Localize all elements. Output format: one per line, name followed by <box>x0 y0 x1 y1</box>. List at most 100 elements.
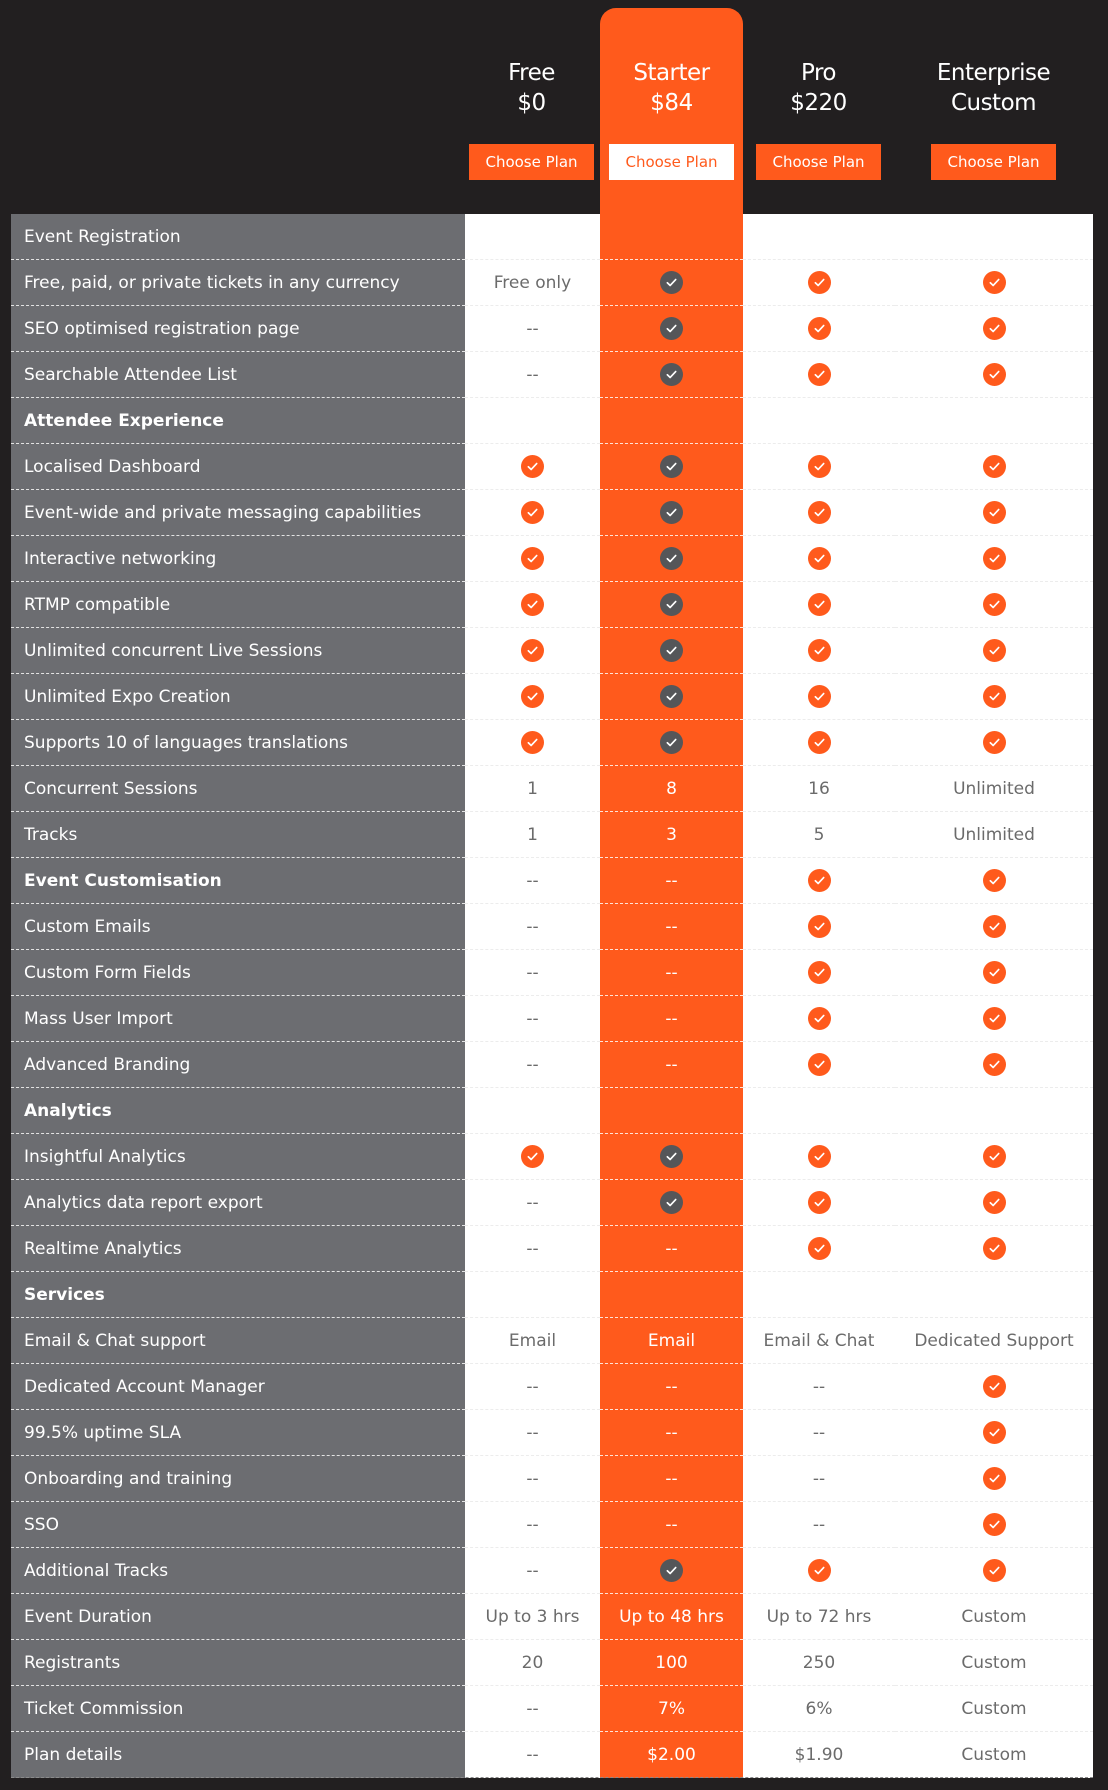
feature-row: Supports 10 of languages translations <box>11 720 1093 766</box>
not-included-dash: -- <box>526 318 539 339</box>
feature-label: Searchable Attendee List <box>11 352 465 398</box>
feature-row: Analytics data report export -- <box>11 1180 1093 1226</box>
cell-pro <box>743 1180 895 1226</box>
cell-enterprise <box>895 674 1093 720</box>
feature-label: Tracks <box>11 812 465 858</box>
feature-label: Event Duration <box>11 1594 465 1640</box>
not-included-dash: -- <box>526 1745 539 1765</box>
check-icon <box>807 731 831 754</box>
cell-value: 20 <box>521 1652 544 1673</box>
check-icon <box>982 1513 1006 1536</box>
cell-free: -- <box>465 1456 600 1502</box>
check-icon <box>521 639 544 662</box>
check-icon <box>982 1375 1006 1398</box>
cell-value: 250 <box>802 1652 836 1673</box>
feature-row: Custom Form Fields -- -- <box>11 950 1093 996</box>
check-icon <box>807 363 831 386</box>
cell-value: $2.00 <box>647 1745 696 1765</box>
section-title: Attendee Experience <box>11 398 465 444</box>
check-icon <box>807 915 831 938</box>
cell-starter: $2.00 <box>600 1732 743 1778</box>
cell-value: Email <box>508 1330 557 1351</box>
cell-enterprise <box>895 1042 1093 1088</box>
check-icon <box>807 639 831 662</box>
not-included-dash: -- <box>665 870 678 891</box>
plan-price: $0 <box>517 90 546 116</box>
cell-free: -- <box>465 1502 600 1548</box>
cell-value: 1 <box>527 824 538 845</box>
not-included-dash: -- <box>665 1054 678 1075</box>
cell-enterprise: Custom <box>895 1594 1093 1640</box>
cell-free <box>465 490 600 536</box>
cell-free <box>465 582 600 628</box>
feature-label: RTMP compatible <box>11 582 465 628</box>
cell-enterprise <box>895 950 1093 996</box>
cell-starter <box>600 444 743 490</box>
cell-free: Up to 3 hrs <box>465 1594 600 1640</box>
check-icon <box>982 961 1006 984</box>
cell-enterprise <box>895 398 1093 444</box>
section-title: Services <box>11 1272 465 1318</box>
not-included-dash: -- <box>526 1054 539 1075</box>
cell-pro <box>743 1548 895 1594</box>
feature-row: Email & Chat support Email Email Email & Ch… <box>11 1318 1093 1364</box>
not-included-dash: -- <box>526 1698 539 1719</box>
feature-row: Unlimited Expo Creation <box>11 674 1093 720</box>
not-included-dash: -- <box>665 962 678 983</box>
plan-price: Custom <box>950 90 1037 116</box>
plan-price: $84 <box>650 90 693 116</box>
feature-row: Registrants 20 100 250 Custom <box>11 1640 1093 1686</box>
choose-plan-pro-button[interactable]: Choose Plan <box>756 144 881 180</box>
feature-label: Onboarding and training <box>11 1456 465 1502</box>
plan-name: Starter <box>633 60 710 86</box>
check-icon <box>807 317 831 340</box>
feature-row: Localised Dashboard <box>11 444 1093 490</box>
feature-label: Unlimited Expo Creation <box>11 674 465 720</box>
cell-enterprise <box>895 628 1093 674</box>
choose-plan-starter-button[interactable]: Choose Plan <box>609 144 734 180</box>
not-included-dash: -- <box>812 1422 826 1443</box>
cell-starter: 7% <box>600 1686 743 1732</box>
feature-row: Advanced Branding -- -- <box>11 1042 1093 1088</box>
cell-starter: 3 <box>600 812 743 858</box>
cell-value: Custom <box>961 1745 1027 1765</box>
cell-enterprise <box>895 904 1093 950</box>
choose-plan-enterprise-button[interactable]: Choose Plan <box>931 144 1056 180</box>
cell-enterprise <box>895 1088 1093 1134</box>
feature-label: Custom Emails <box>11 904 465 950</box>
cell-free: 20 <box>465 1640 600 1686</box>
cell-free: -- <box>465 1732 600 1778</box>
cell-pro: $1.90 <box>743 1732 895 1778</box>
cell-enterprise <box>895 1364 1093 1410</box>
section-title: Analytics <box>11 1088 465 1134</box>
check-icon <box>982 363 1006 386</box>
cell-free: -- <box>465 1226 600 1272</box>
cell-value: Custom <box>961 1698 1027 1719</box>
feature-row: Realtime Analytics -- -- <box>11 1226 1093 1272</box>
cell-pro: 16 <box>743 766 895 812</box>
section-header-row: Services <box>11 1272 1093 1318</box>
check-icon <box>521 685 544 708</box>
not-included-dash: -- <box>526 1376 539 1397</box>
check-icon <box>660 363 683 386</box>
feature-row: Free, paid, or private tickets in any cu… <box>11 260 1093 306</box>
check-icon <box>982 1237 1006 1260</box>
feature-label: Insightful Analytics <box>11 1134 465 1180</box>
check-icon <box>807 501 831 524</box>
cell-free: -- <box>465 904 600 950</box>
not-included-dash: -- <box>665 1376 678 1397</box>
check-icon <box>982 501 1006 524</box>
cell-free: Email <box>465 1318 600 1364</box>
check-icon <box>807 1237 831 1260</box>
check-icon <box>982 593 1006 616</box>
cell-value: Free only <box>493 272 572 293</box>
feature-label: Concurrent Sessions <box>11 766 465 812</box>
feature-label: Custom Form Fields <box>11 950 465 996</box>
cell-pro <box>743 1272 895 1318</box>
check-icon <box>807 961 831 984</box>
cell-value: Up to 48 hrs <box>619 1606 724 1627</box>
check-icon <box>982 731 1006 754</box>
cell-enterprise <box>895 1226 1093 1272</box>
cell-free <box>465 1272 600 1318</box>
choose-plan-free-button[interactable]: Choose Plan <box>469 144 594 180</box>
